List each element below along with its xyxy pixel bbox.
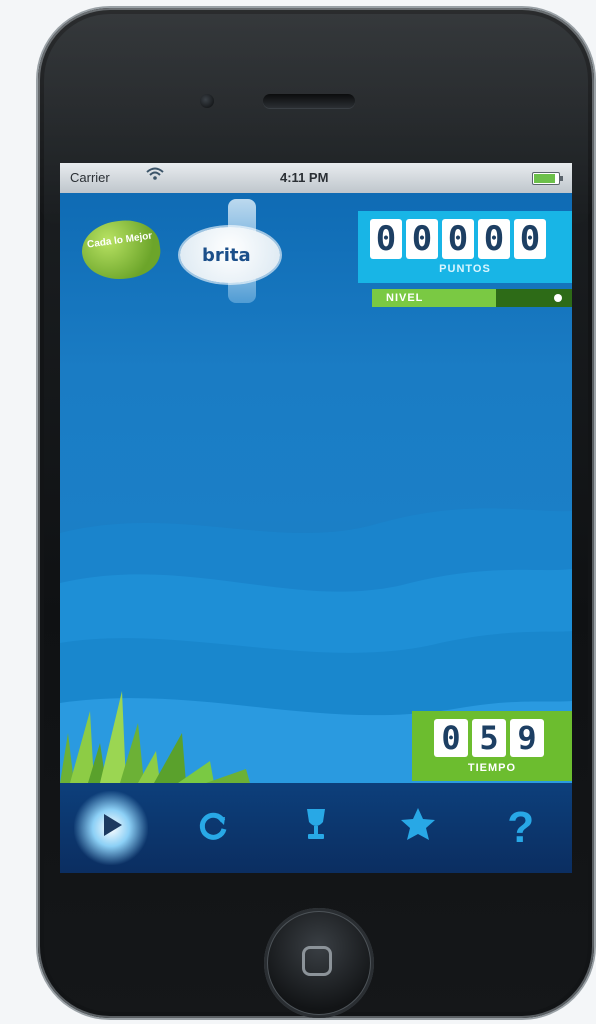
home-button[interactable] xyxy=(264,908,374,1018)
status-time: 4:11 PM xyxy=(280,170,329,185)
score-digit: 0 xyxy=(514,219,546,259)
grass-decoration xyxy=(60,691,250,783)
timer-digit: 0 xyxy=(434,719,468,757)
timer-digit: 5 xyxy=(472,719,506,757)
score-digit: 0 xyxy=(406,219,438,259)
battery-fill xyxy=(534,174,555,183)
level-progress-bar: NIVEL xyxy=(372,289,572,307)
progress-label: NIVEL xyxy=(386,292,424,304)
help-icon: ? xyxy=(507,803,535,852)
tab-restart[interactable] xyxy=(177,791,251,865)
wifi-icon xyxy=(146,167,164,180)
timer-digits: 0 5 9 xyxy=(434,719,544,757)
score-digit: 0 xyxy=(370,219,402,259)
front-camera xyxy=(200,94,214,108)
leaf-logo: Cada lo Mejor xyxy=(78,215,164,285)
score-digit: 0 xyxy=(478,219,510,259)
tab-help[interactable]: ? xyxy=(484,791,558,865)
brita-logo: brita xyxy=(180,227,280,283)
carrier-label: Carrier xyxy=(70,170,110,185)
earpiece-speaker xyxy=(263,94,355,108)
trophy-icon xyxy=(299,806,333,850)
tab-rankings[interactable] xyxy=(279,791,353,865)
score-label: PUNTOS xyxy=(439,263,491,275)
game-area[interactable]: Cada lo Mejor brita 0 0 0 0 0 PUNTOS NIV… xyxy=(60,193,572,783)
brand-name: brita xyxy=(202,245,251,266)
refresh-icon xyxy=(197,806,231,850)
score-digit: 0 xyxy=(442,219,474,259)
status-bar: Carrier 4:11 PM xyxy=(60,163,572,193)
progress-indicator-dot xyxy=(554,294,562,302)
timer-label: TIEMPO xyxy=(467,762,517,774)
timer-digit: 9 xyxy=(510,719,544,757)
score-digits: 0 0 0 0 0 xyxy=(370,219,546,259)
timer-panel: 0 5 9 TIEMPO xyxy=(412,711,572,781)
phone-screen: Carrier 4:11 PM Cada lo Mejor brita 0 0 … xyxy=(60,163,572,873)
tab-favorites[interactable] xyxy=(381,791,455,865)
score-panel: 0 0 0 0 0 PUNTOS xyxy=(358,211,572,283)
wifi-icon xyxy=(146,167,164,184)
battery-icon xyxy=(532,172,563,185)
tab-play[interactable] xyxy=(74,791,149,865)
home-square-icon xyxy=(302,946,332,976)
tab-bar: ? xyxy=(60,783,572,873)
star-icon xyxy=(399,806,437,850)
play-icon xyxy=(94,806,128,850)
iphone-frame: Carrier 4:11 PM Cada lo Mejor brita 0 0 … xyxy=(38,8,594,1018)
